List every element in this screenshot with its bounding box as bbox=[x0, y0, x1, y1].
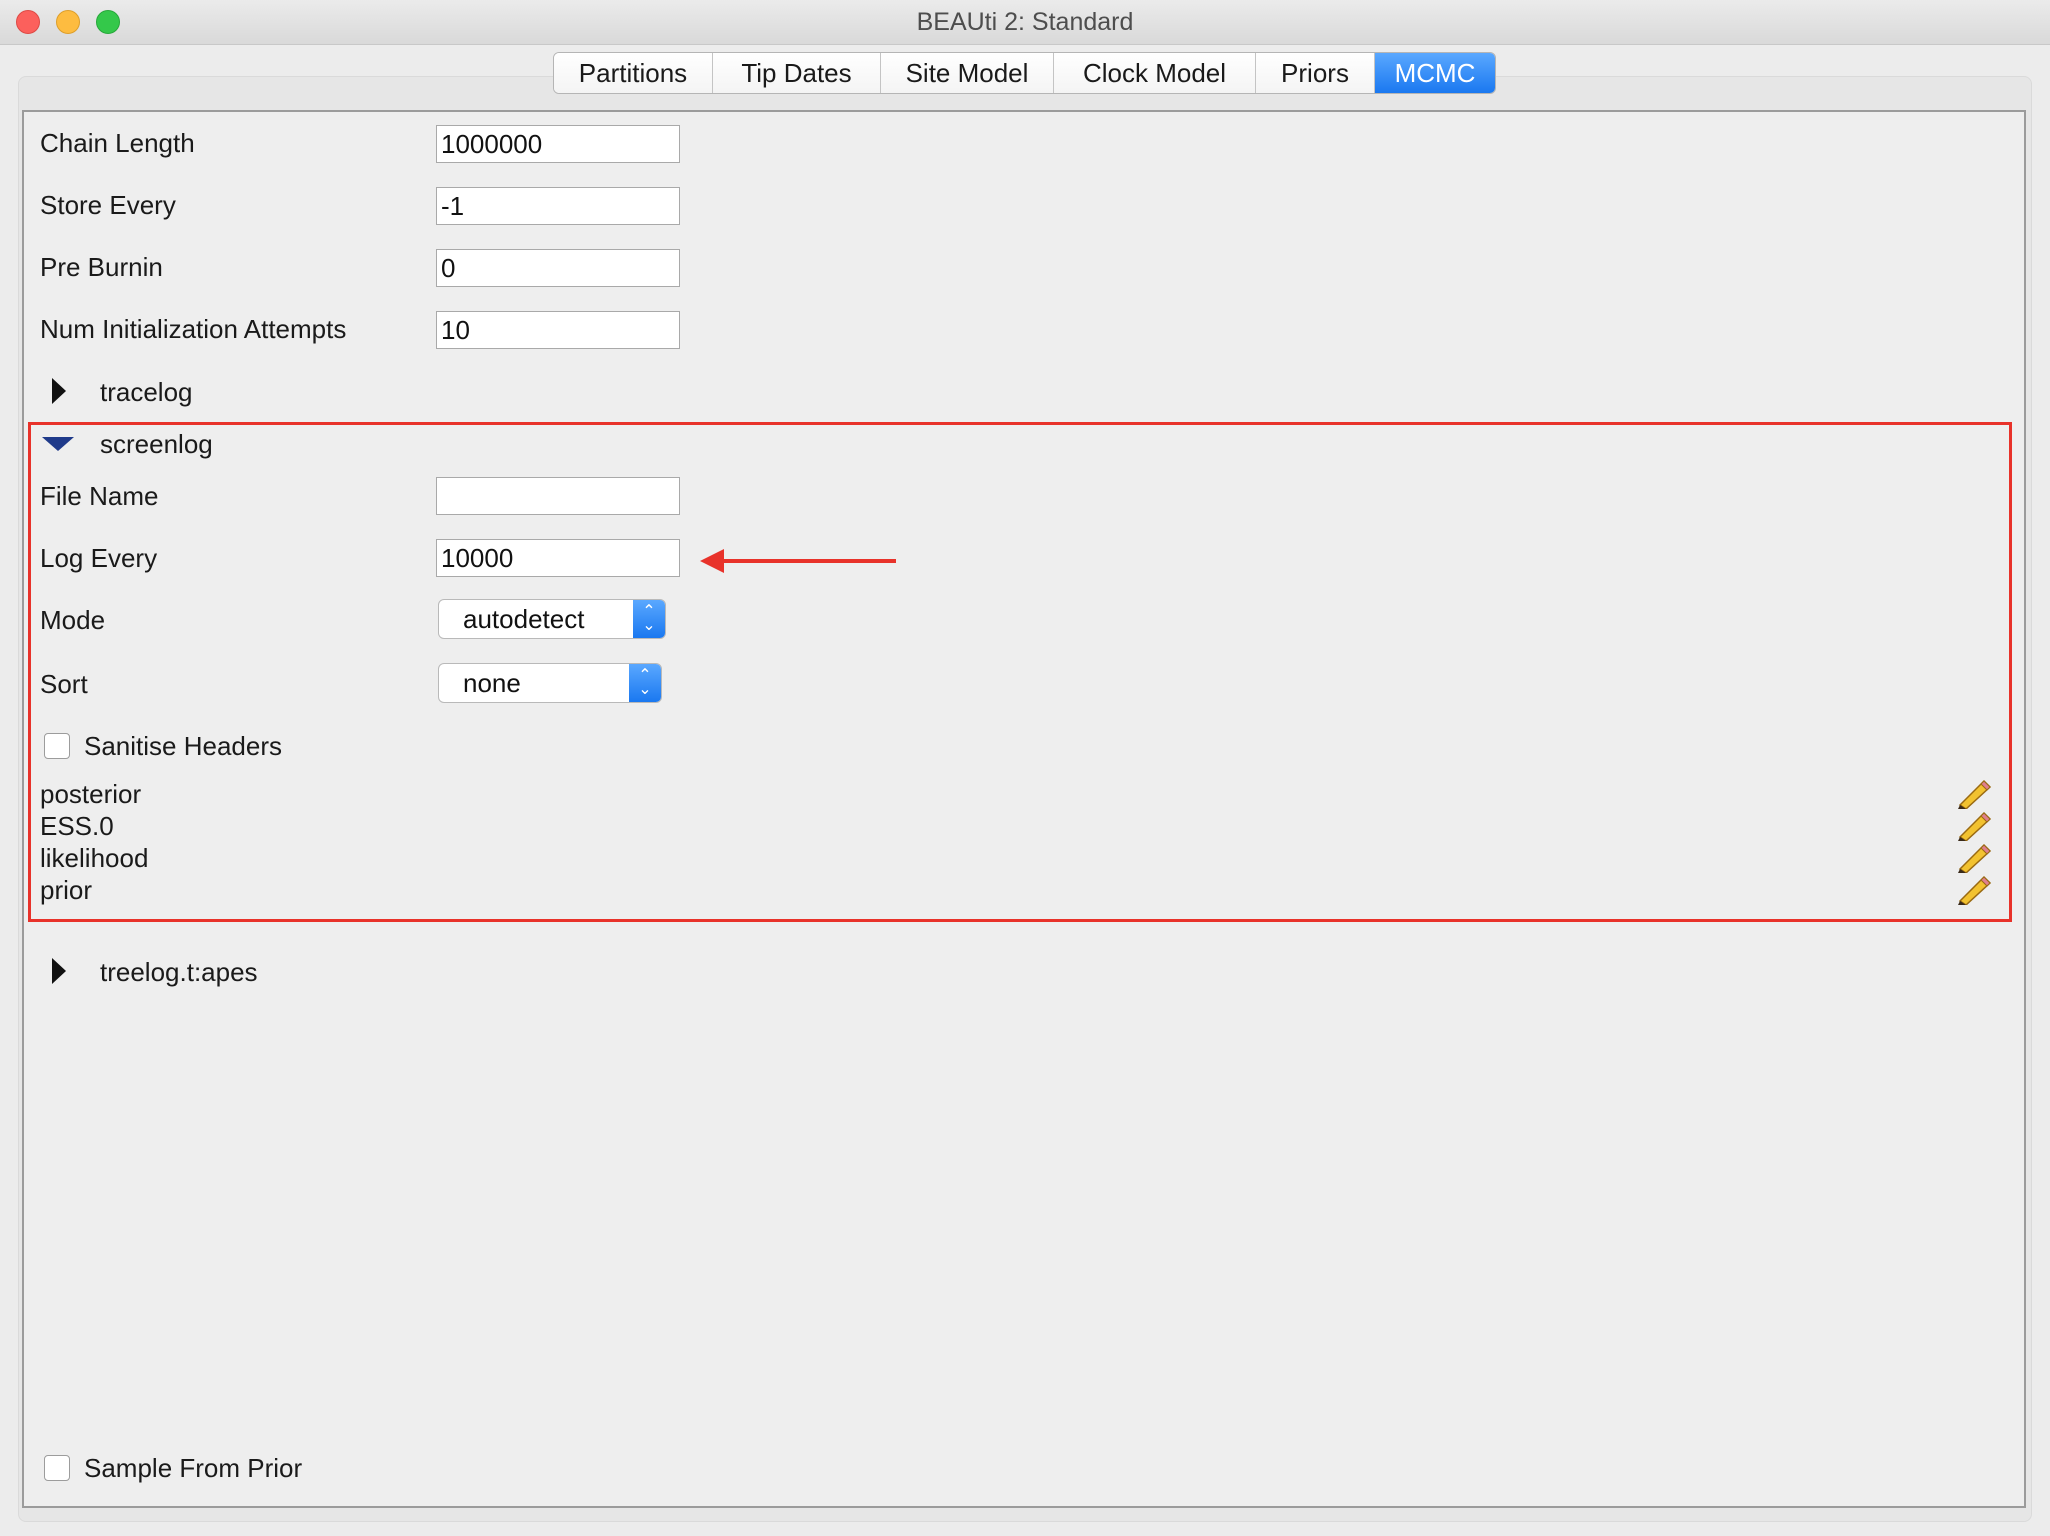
chain-length-label: Chain Length bbox=[40, 128, 195, 158]
sanitise-headers-checkbox[interactable] bbox=[44, 733, 70, 759]
tab-priors[interactable]: Priors bbox=[1256, 53, 1375, 93]
sort-select-value: none bbox=[463, 668, 521, 698]
sample-from-prior-checkbox[interactable] bbox=[44, 1455, 70, 1481]
mode-select-value: autodetect bbox=[463, 604, 585, 634]
edit-pencil-icon[interactable] bbox=[1956, 843, 1992, 873]
annotation-arrow-line bbox=[720, 559, 896, 563]
mode-select[interactable]: autodetect ⌃ ⌄ bbox=[438, 599, 666, 639]
chain-length-input[interactable]: 1000000 bbox=[436, 125, 680, 163]
sort-select[interactable]: none ⌃ ⌄ bbox=[438, 663, 662, 703]
pre-burnin-label: Pre Burnin bbox=[40, 252, 163, 282]
log-every-input[interactable]: 10000 bbox=[436, 539, 680, 577]
tab-partitions[interactable]: Partitions bbox=[554, 53, 713, 93]
edit-pencil-icon[interactable] bbox=[1956, 779, 1992, 809]
file-name-input[interactable] bbox=[436, 477, 680, 515]
treelog-expand-icon[interactable] bbox=[52, 958, 66, 984]
store-every-label: Store Every bbox=[40, 190, 176, 220]
select-arrows-icon: ⌃ ⌄ bbox=[629, 664, 661, 702]
edit-pencil-icon[interactable] bbox=[1956, 875, 1992, 905]
logger-item: ESS.0 bbox=[40, 811, 114, 841]
pre-burnin-input[interactable]: 0 bbox=[436, 249, 680, 287]
tracelog-label[interactable]: tracelog bbox=[100, 377, 193, 408]
log-every-label: Log Every bbox=[40, 543, 158, 573]
screenlog-highlight-box bbox=[28, 422, 2012, 922]
sample-from-prior-label[interactable]: Sample From Prior bbox=[84, 1453, 302, 1484]
tracelog-expand-icon[interactable] bbox=[52, 378, 66, 404]
beauti-window: BEAUti 2: Standard Partitions Tip Dates … bbox=[0, 0, 2050, 1536]
window-title: BEAUti 2: Standard bbox=[916, 8, 1134, 36]
tab-clock-model[interactable]: Clock Model bbox=[1054, 53, 1256, 93]
screenlog-collapse-icon[interactable] bbox=[42, 437, 74, 451]
treelog-label[interactable]: treelog.t:apes bbox=[100, 957, 258, 988]
screenlog-label[interactable]: screenlog bbox=[100, 429, 213, 460]
tab-site-model[interactable]: Site Model bbox=[881, 53, 1054, 93]
tab-mcmc[interactable]: MCMC bbox=[1375, 53, 1495, 93]
logger-item: likelihood bbox=[40, 843, 149, 873]
sort-label: Sort bbox=[40, 669, 88, 699]
select-arrows-icon: ⌃ ⌄ bbox=[633, 600, 665, 638]
tab-tip-dates[interactable]: Tip Dates bbox=[713, 53, 881, 93]
store-every-input[interactable]: -1 bbox=[436, 187, 680, 225]
logger-item: prior bbox=[40, 875, 93, 905]
tab-bar: Partitions Tip Dates Site Model Clock Mo… bbox=[553, 52, 1496, 94]
title-bar: BEAUti 2: Standard bbox=[0, 0, 2050, 45]
file-name-label: File Name bbox=[40, 481, 159, 511]
mode-label: Mode bbox=[40, 605, 106, 635]
num-init-attempts-input[interactable]: 10 bbox=[436, 311, 680, 349]
logger-item: posterior bbox=[40, 779, 142, 809]
sanitise-headers-label[interactable]: Sanitise Headers bbox=[84, 731, 282, 762]
num-init-attempts-label: Num Initialization Attempts bbox=[40, 314, 347, 344]
edit-pencil-icon[interactable] bbox=[1956, 811, 1992, 841]
